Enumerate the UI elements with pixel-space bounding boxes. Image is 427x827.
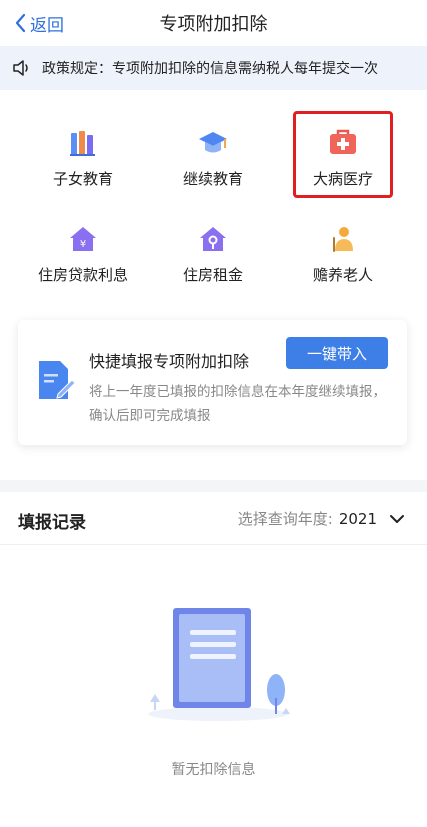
policy-notice: 政策规定：专项附加扣除的信息需纳税人每年提交一次 bbox=[0, 46, 427, 90]
empty-state-text: 暂无扣除信息 bbox=[171, 762, 256, 778]
chevron-left-icon bbox=[15, 13, 26, 33]
category-housing-rent[interactable]: 住房租金 bbox=[143, 222, 283, 302]
category-label: 赡养老人 bbox=[312, 266, 373, 284]
svg-text:¥: ¥ bbox=[80, 239, 86, 250]
page-title: 专项附加扣除 bbox=[159, 14, 268, 35]
one-click-import-button[interactable]: 一键带入 bbox=[286, 337, 388, 369]
speaker-icon bbox=[13, 60, 28, 76]
medical-kit-icon bbox=[326, 126, 360, 160]
house-key-icon bbox=[196, 222, 230, 256]
chevron-down-icon bbox=[390, 514, 404, 523]
category-label: 住房租金 bbox=[182, 266, 243, 284]
year-selector[interactable]: 选择查询年度: 2021 bbox=[238, 508, 405, 529]
house-yuan-icon: ¥ bbox=[66, 222, 100, 256]
back-label: 返回 bbox=[30, 15, 64, 36]
year-value: 2021 bbox=[338, 509, 377, 528]
document-edit-icon bbox=[39, 361, 76, 399]
category-child-education[interactable]: 子女教育 bbox=[13, 126, 153, 206]
category-label: 大病医疗 bbox=[312, 170, 373, 188]
deduction-panel: 子女教育 继续教育 大病医疗 ¥ 住房贷款利息 住房租金 赡养老人 快捷填报专项… bbox=[0, 90, 427, 480]
quick-fill-card: 快捷填报专项附加扣除 一键带入 将上一年度已填报的扣除信息在本年度继续填报，确认… bbox=[18, 320, 407, 445]
category-serious-illness[interactable]: 大病医疗 bbox=[273, 126, 413, 206]
category-housing-loan-interest[interactable]: ¥ 住房贷款利息 bbox=[13, 222, 153, 302]
empty-document-illustration bbox=[148, 608, 290, 721]
records-section: 填报记录 选择查询年度: 2021 暂无扣除信息 bbox=[0, 492, 427, 827]
category-elderly-support[interactable]: 赡养老人 bbox=[273, 222, 413, 302]
records-title: 填报记录 bbox=[18, 513, 86, 533]
category-continuing-education[interactable]: 继续教育 bbox=[143, 126, 283, 206]
nav-bar: 返回 专项附加扣除 bbox=[0, 0, 427, 46]
quick-fill-description: 将上一年度已填报的扣除信息在本年度继续填报，确认后即可完成填报 bbox=[89, 384, 386, 424]
category-label: 继续教育 bbox=[182, 170, 243, 188]
back-button[interactable]: 返回 bbox=[14, 0, 64, 46]
notice-text: 政策规定：专项附加扣除的信息需纳税人每年提交一次 bbox=[42, 61, 378, 77]
category-label: 子女教育 bbox=[52, 170, 113, 188]
records-header: 填报记录 选择查询年度: 2021 bbox=[0, 492, 427, 545]
category-label: 住房贷款利息 bbox=[37, 266, 128, 284]
books-icon bbox=[66, 126, 100, 160]
graduation-cap-icon bbox=[196, 126, 230, 160]
year-label: 选择查询年度: bbox=[237, 510, 333, 528]
quick-fill-title: 快捷填报专项附加扣除 bbox=[89, 352, 250, 371]
elderly-person-icon bbox=[326, 222, 360, 256]
